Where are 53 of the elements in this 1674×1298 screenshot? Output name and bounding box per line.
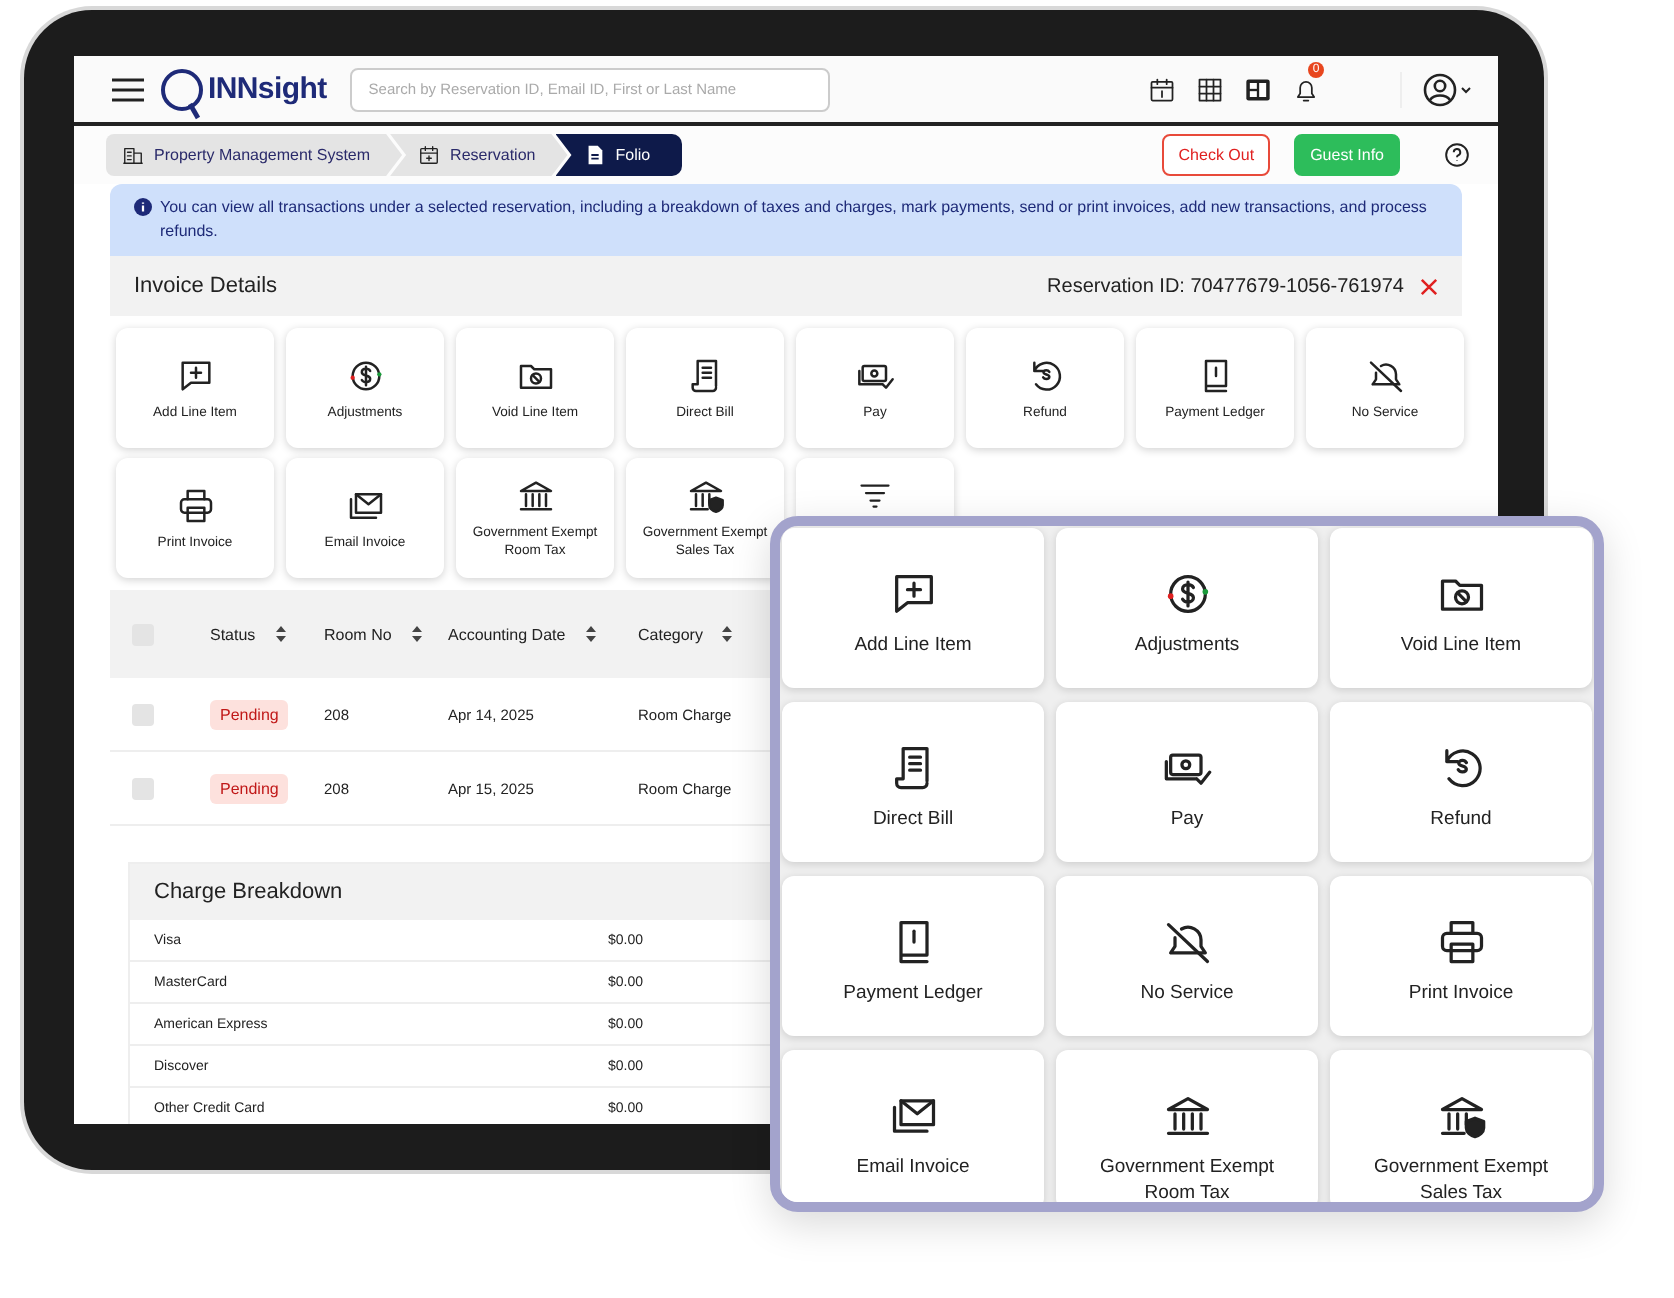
bell-slash-icon <box>1365 355 1405 395</box>
column-header[interactable]: Category <box>638 625 733 643</box>
filter-icon <box>860 484 890 508</box>
info-text: You can view all transactions under a selected reservation, including a breakdown of taxes and charges, mark payments, send or print invoices, add new transactions, and process refunds. <box>160 196 1429 244</box>
action-tile[interactable]: Direct Bill <box>782 702 1044 862</box>
invoice-title: Invoice Details <box>134 274 278 298</box>
breadcrumb-item[interactable]: Property Management System <box>106 134 403 176</box>
row-checkbox[interactable] <box>132 777 154 799</box>
status-badge: Pending <box>210 773 289 803</box>
action-tile[interactable]: No Service <box>1056 876 1318 1036</box>
logo[interactable]: INNsight <box>208 72 327 106</box>
action-tile[interactable]: Adjustments <box>1056 528 1318 688</box>
sort-icon[interactable] <box>411 626 422 642</box>
action-tile[interactable]: Government Exempt Room Tax <box>1056 1050 1318 1202</box>
action-tile[interactable]: Government Exempt Sales Tax <box>1330 1050 1592 1202</box>
document-icon <box>583 144 606 166</box>
status-badge: Pending <box>210 699 289 729</box>
sort-icon[interactable] <box>585 626 596 642</box>
action-tile[interactable]: Add Line Item <box>782 528 1044 688</box>
action-tile[interactable]: Refund <box>1330 702 1592 862</box>
magnifier-logo-icon <box>160 67 204 119</box>
column-header[interactable]: Accounting Date <box>448 625 596 643</box>
column-header[interactable]: Status <box>210 625 286 643</box>
sort-icon[interactable] <box>722 626 733 642</box>
menu-icon[interactable] <box>112 77 144 101</box>
action-tile[interactable]: Void Line Item <box>1330 528 1592 688</box>
close-icon[interactable] <box>1420 277 1438 295</box>
building-icon <box>122 144 144 166</box>
dollar-cycle-icon <box>345 355 385 395</box>
printer-icon <box>175 485 215 525</box>
action-tile[interactable]: Pay <box>1056 702 1318 862</box>
dashboard-icon[interactable] <box>1244 75 1272 103</box>
check-out-button[interactable]: Check Out <box>1162 134 1271 176</box>
calendar-icon <box>418 144 441 166</box>
sort-icon[interactable] <box>275 626 286 642</box>
action-tile[interactable]: Print Invoice <box>1330 876 1592 1036</box>
info-icon <box>134 198 152 216</box>
calendar-icon[interactable] <box>1148 75 1176 103</box>
help-icon[interactable] <box>1444 142 1470 168</box>
reservation-id: Reservation ID: 70477679-1056-761974 <box>1047 275 1404 297</box>
printer-icon <box>1435 916 1487 968</box>
row-checkbox[interactable] <box>132 703 154 725</box>
charge-breakdown-title: Charge Breakdown <box>154 880 343 904</box>
column-header[interactable]: Room No <box>324 625 422 643</box>
action-tile[interactable]: Payment Ledger <box>782 876 1044 1036</box>
bank-icon <box>515 476 555 516</box>
user-avatar-icon[interactable] <box>1422 71 1474 107</box>
breadcrumb-item[interactable]: Folio <box>555 134 683 176</box>
comment-plus-icon <box>175 355 215 395</box>
action-tile[interactable]: Email Invoice <box>782 1050 1044 1202</box>
breadcrumb-item[interactable]: Reservation <box>390 134 568 176</box>
bank-shield-icon <box>685 476 725 516</box>
grid-icon[interactable] <box>1196 75 1224 103</box>
